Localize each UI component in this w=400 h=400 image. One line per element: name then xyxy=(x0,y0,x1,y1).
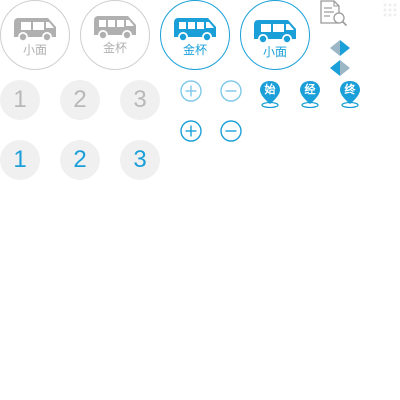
zoom-out-button[interactable] xyxy=(220,80,242,102)
vehicle-button-label: 金杯 xyxy=(182,43,207,57)
map-pin-start[interactable]: 始 xyxy=(258,80,284,109)
vehicle-button-jinbei[interactable]: 金杯 xyxy=(80,0,150,70)
number-button-1-active[interactable]: 1 xyxy=(0,140,40,180)
vehicle-button-small-van[interactable]: 小面 xyxy=(0,0,70,70)
vehicle-button-small-van-active[interactable]: 小面 xyxy=(240,0,310,70)
number-label: 1 xyxy=(13,146,27,173)
map-pin-label: 终 xyxy=(344,84,356,96)
diamond-icon xyxy=(330,60,350,76)
document-search-icon[interactable] xyxy=(318,0,350,28)
number-label: 2 xyxy=(73,86,87,113)
map-pin-label: 始 xyxy=(264,84,276,96)
zoom-out-icon xyxy=(220,80,242,102)
van-icon xyxy=(172,15,218,43)
zoom-in-button-active[interactable] xyxy=(180,120,202,142)
number-label: 2 xyxy=(73,146,87,173)
van-icon xyxy=(252,17,298,45)
number-label: 3 xyxy=(133,86,147,113)
number-button-1[interactable]: 1 xyxy=(0,80,40,120)
diamond-icon xyxy=(330,40,350,56)
van-icon xyxy=(12,15,58,43)
vehicle-button-label: 金杯 xyxy=(102,41,127,55)
zoom-in-icon xyxy=(180,80,202,102)
number-button-3-active[interactable]: 3 xyxy=(120,140,160,180)
faint-dots-icon xyxy=(380,0,400,20)
number-button-2-active[interactable]: 2 xyxy=(60,140,100,180)
map-pin-label: 经 xyxy=(304,84,316,96)
icon-sprite-sheet: 小面 金杯 金杯 小面 1 2 3 1 2 3 始 经 终 xyxy=(0,0,400,400)
map-pin-end[interactable]: 终 xyxy=(338,80,364,109)
map-pin-waypoint[interactable]: 经 xyxy=(298,80,324,109)
number-label: 1 xyxy=(13,86,27,113)
number-label: 3 xyxy=(133,146,147,173)
zoom-in-button[interactable] xyxy=(180,80,202,102)
zoom-out-button-active[interactable] xyxy=(220,120,242,142)
vehicle-button-label: 小面 xyxy=(262,45,287,59)
zoom-out-icon xyxy=(220,120,242,142)
van-icon xyxy=(92,13,138,41)
number-button-3[interactable]: 3 xyxy=(120,80,160,120)
vehicle-button-label: 小面 xyxy=(22,43,47,57)
number-button-2[interactable]: 2 xyxy=(60,80,100,120)
vehicle-button-jinbei-active[interactable]: 金杯 xyxy=(160,0,230,70)
zoom-in-icon xyxy=(180,120,202,142)
